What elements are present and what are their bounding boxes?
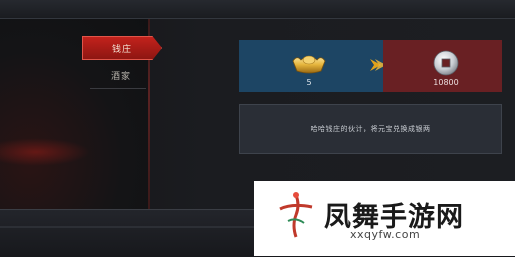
- description-box: 哈哈钱庄的伙计，将元宝兑换成银两: [239, 104, 502, 154]
- exchange-to: 10800: [383, 40, 502, 92]
- from-amount: 5: [306, 78, 312, 87]
- phoenix-logo-icon: [279, 192, 313, 238]
- watermark-url: xxqyfw.com: [350, 228, 421, 241]
- watermark: 凤舞手游网 xxqyfw.com: [254, 181, 515, 256]
- top-bar: [0, 0, 515, 19]
- exchange-from: 5: [239, 40, 383, 92]
- to-amount: 10800: [433, 78, 459, 87]
- tab-tavern-label: 酒家: [110, 71, 131, 82]
- tab-bank[interactable]: 钱庄: [82, 36, 162, 60]
- tab-divider: [90, 88, 146, 89]
- silver-coin-icon: [433, 50, 459, 76]
- left-panel-glow: [0, 138, 90, 166]
- tab-bank-label: 钱庄: [111, 44, 132, 55]
- gold-ingot-icon: [292, 55, 326, 74]
- exchange-card[interactable]: 5 10800: [239, 40, 502, 92]
- tab-tavern[interactable]: 酒家: [82, 64, 160, 86]
- description-text: 哈哈钱庄的伙计，将元宝兑换成银两: [310, 125, 431, 133]
